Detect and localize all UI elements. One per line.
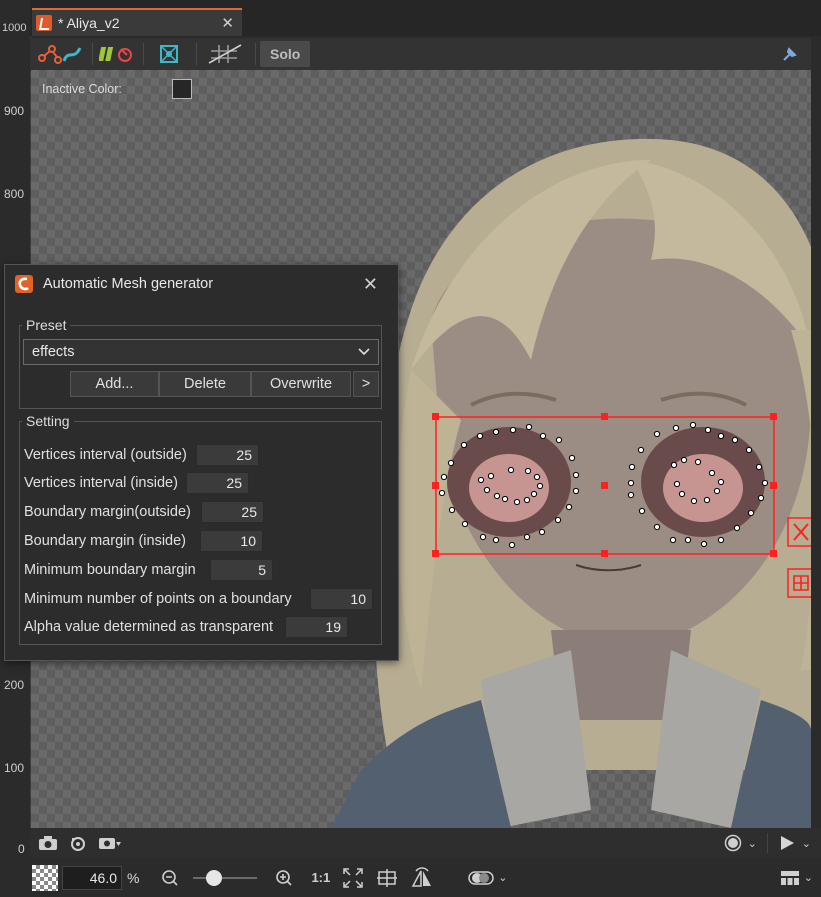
setting-row-min-boundary: Minimum boundary margin <box>24 559 196 581</box>
flip-horizontal-icon[interactable] <box>410 866 434 889</box>
delete-preset-button[interactable]: Delete <box>159 371 251 397</box>
preset-select[interactable]: effects <box>23 339 379 365</box>
ruler-tick: 900 <box>4 104 25 118</box>
solo-button[interactable]: Solo <box>260 41 311 67</box>
grid-toggle-icon[interactable] <box>201 41 249 67</box>
alpha-transparent-input[interactable]: 19 <box>285 616 348 638</box>
close-icon[interactable]: ✕ <box>363 274 378 295</box>
setting-label: Vertices interval (inside) <box>24 475 178 491</box>
zoom-input[interactable] <box>62 865 122 890</box>
boundary-margin-inside-input[interactable]: 10 <box>200 530 263 552</box>
setting-row-alpha: Alpha value determined as transparent <box>24 616 273 638</box>
camera-export-icon[interactable] <box>98 834 122 852</box>
vertices-interval-outside-input[interactable]: 25 <box>196 444 259 466</box>
layout-menu-chevron-down-icon[interactable]: ⌄ <box>804 871 813 884</box>
record-icon[interactable] <box>724 834 742 852</box>
toolbar-divider <box>196 43 197 65</box>
setting-label: Minimum number of points on a boundary <box>24 591 292 607</box>
zoom-slider-track <box>193 876 258 879</box>
add-preset-button[interactable]: Add... <box>70 371 159 397</box>
camera-reset-icon[interactable] <box>68 834 88 852</box>
toolbar-divider <box>143 43 144 65</box>
zoom-slider[interactable] <box>193 869 258 886</box>
ruler-tick: 0 <box>18 842 25 856</box>
zoom-in-icon[interactable] <box>275 869 293 887</box>
cubism-logo-icon <box>15 275 33 293</box>
ruler-tick: 100 <box>4 761 25 775</box>
more-options-button[interactable]: > <box>353 371 379 397</box>
document-title: * Aliya_v2 <box>58 15 120 31</box>
zoom-slider-thumb[interactable] <box>206 869 223 886</box>
record-menu-chevron-down-icon[interactable]: ⌄ <box>748 837 757 850</box>
document-tab-bar: * Aliya_v2 ✕ <box>30 0 821 36</box>
canvas-bottom-toolbar: ⌄ ⌄ <box>30 828 821 858</box>
setting-row-boundary-inside: Boundary margin (inside) <box>24 530 186 552</box>
parts-tag-icon[interactable] <box>97 41 137 67</box>
setting-label: Boundary margin(outside) <box>24 504 191 520</box>
preset-group-label: Preset <box>26 317 67 333</box>
toolbar-divider <box>255 43 256 65</box>
toolbar-divider <box>92 43 93 65</box>
inactive-color-control: Inactive Color: <box>42 79 192 99</box>
dialog-title: Automatic Mesh generator <box>43 276 214 292</box>
one-to-one-button[interactable]: 1:1 <box>311 870 330 885</box>
dialog-title-bar[interactable]: Automatic Mesh generator ✕ <box>5 265 398 303</box>
chevron-down-icon <box>358 343 370 361</box>
close-tab-icon[interactable]: ✕ <box>221 14 234 32</box>
toolbar-divider <box>766 833 768 853</box>
setting-group-label: Setting <box>26 413 70 429</box>
deformer-tree-icon[interactable] <box>34 41 86 67</box>
pin-icon[interactable] <box>775 41 805 67</box>
display-menu-chevron-down-icon[interactable]: ⌄ <box>498 871 507 884</box>
fit-to-window-icon[interactable] <box>342 867 364 889</box>
setting-row-boundary-outside: Boundary margin(outside) <box>24 501 191 523</box>
ruler-tick: 1000 <box>2 22 27 34</box>
setting-row-min-points: Minimum number of points on a boundary <box>24 588 292 610</box>
zoom-out-icon[interactable] <box>161 869 179 887</box>
background-checker-icon[interactable] <box>32 864 58 891</box>
inactive-color-label: Inactive Color: <box>42 82 122 96</box>
ruler-tick: 800 <box>4 187 25 201</box>
zoom-unit-label: % <box>127 869 140 886</box>
cubism-app-icon <box>36 15 52 31</box>
automatic-mesh-generator-dialog: Automatic Mesh generator ✕ Preset effect… <box>4 264 399 661</box>
minimum-points-input[interactable]: 10 <box>310 588 373 610</box>
status-bar: % 1:1 ⌄ ⌄ <box>30 858 821 897</box>
overwrite-preset-button[interactable]: Overwrite <box>251 371 351 397</box>
display-toggle-icon[interactable] <box>468 870 494 886</box>
setting-label: Alpha value determined as transparent <box>24 619 274 635</box>
setting-label: Boundary margin (inside) <box>24 533 186 549</box>
minimum-boundary-margin-input[interactable]: 5 <box>210 559 273 581</box>
vertices-interval-inside-input[interactable]: 25 <box>186 472 249 494</box>
setting-label: Vertices interval (outside) <box>24 447 187 463</box>
inactive-color-swatch[interactable] <box>171 79 192 99</box>
setting-row-vertices-inside: Vertices interval (inside) <box>24 472 178 494</box>
setting-row-vertices-outside: Vertices interval (outside) <box>24 444 187 466</box>
mesh-view-icon[interactable] <box>148 41 190 67</box>
view-toolbar: Solo <box>30 38 811 71</box>
center-view-icon[interactable] <box>376 867 398 889</box>
ruler-tick: 200 <box>4 678 25 692</box>
setting-label: Minimum boundary margin <box>24 562 196 578</box>
document-tab[interactable]: * Aliya_v2 ✕ <box>32 8 242 36</box>
camera-icon[interactable] <box>38 835 58 851</box>
preset-selected-value: effects <box>32 344 75 360</box>
play-menu-chevron-down-icon[interactable]: ⌄ <box>802 837 811 850</box>
boundary-margin-outside-input[interactable]: 25 <box>201 501 264 523</box>
layout-icon[interactable] <box>780 869 800 887</box>
play-icon[interactable] <box>778 834 796 852</box>
